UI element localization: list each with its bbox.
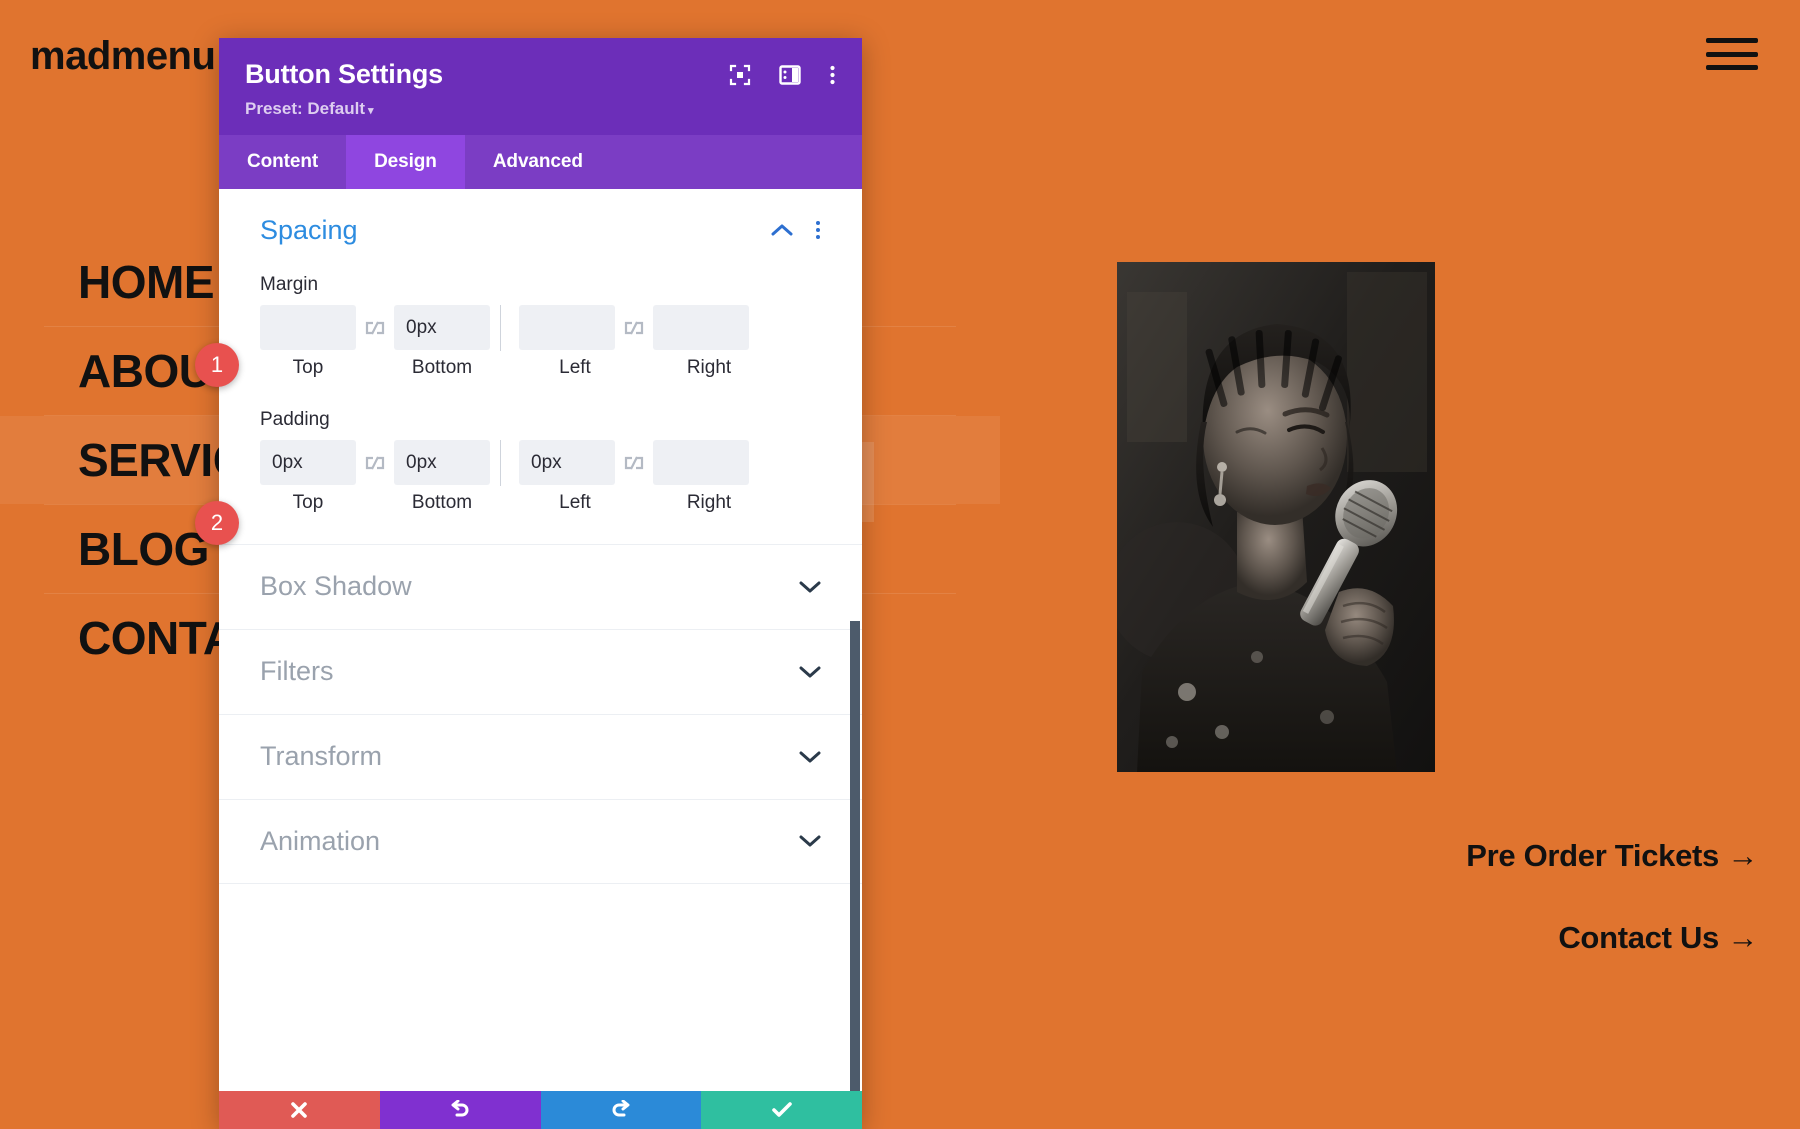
section-filters[interactable]: Filters [219, 628, 862, 714]
button-settings-modal: Button Settings Preset: Default▾ Conten [219, 38, 862, 1129]
modal-scrollbar[interactable] [850, 620, 860, 1091]
more-options-icon[interactable] [829, 64, 836, 86]
box-shadow-title: Box Shadow [260, 571, 412, 602]
annotation-badge-1: 1 [195, 343, 239, 387]
margin-right-input[interactable] [653, 305, 749, 351]
spacing-header-icons [771, 220, 821, 240]
chevron-down-icon: ▾ [367, 104, 374, 117]
tab-design[interactable]: Design [346, 134, 465, 189]
filters-title: Filters [260, 656, 334, 687]
hamburger-menu-icon[interactable] [1706, 38, 1758, 70]
chevron-up-icon[interactable] [771, 223, 793, 237]
photo-graphic [1117, 262, 1435, 772]
annotation-badge-2: 2 [195, 501, 239, 545]
contact-us-link[interactable]: Contact Us → [1558, 920, 1758, 956]
padding-right-input[interactable] [653, 440, 749, 486]
padding-label: Padding [260, 408, 330, 430]
modal-body: Spacing Margin 0px Top Bottom Left Right… [219, 188, 862, 1091]
more-options-icon[interactable] [815, 220, 821, 240]
singer-photo [1117, 262, 1435, 772]
chevron-down-icon[interactable] [799, 665, 821, 679]
spacing-divider [500, 439, 501, 486]
site-logo[interactable]: madmenu [30, 36, 216, 76]
spacing-section: Spacing Margin 0px Top Bottom Left Right… [219, 189, 862, 514]
tab-content[interactable]: Content [219, 135, 346, 189]
chevron-down-icon[interactable] [799, 834, 821, 848]
spacing-divider [500, 304, 501, 351]
margin-left-input[interactable] [519, 305, 615, 351]
padding-field-labels: Top Bottom Left Right [260, 492, 821, 514]
margin-label: Margin [260, 273, 319, 295]
margin-top-label: Top [292, 356, 324, 378]
transform-title: Transform [260, 741, 383, 772]
margin-field-labels: Top Bottom Left Right [260, 357, 821, 379]
close-x-icon [291, 1102, 308, 1118]
broken-link-icon[interactable] [356, 456, 394, 470]
padding-top-input[interactable] [260, 440, 356, 486]
panel-layout-icon[interactable] [779, 64, 801, 86]
margin-input-row [260, 304, 821, 351]
cancel-button[interactable] [219, 1091, 380, 1129]
hamburger-bar [1706, 51, 1758, 57]
modal-tabs: Content Design Advanced [219, 134, 862, 189]
padding-input-row [260, 439, 821, 486]
tab-advanced[interactable]: Advanced [465, 135, 611, 189]
undo-button[interactable] [379, 1091, 541, 1129]
checkmark-icon [771, 1102, 792, 1117]
broken-link-icon[interactable] [356, 321, 394, 335]
animation-title: Animation [260, 825, 381, 856]
redo-button[interactable] [540, 1091, 702, 1129]
undo-arrow-icon [451, 1100, 469, 1117]
padding-left-input[interactable] [519, 440, 615, 486]
margin-right-label: Right [686, 356, 732, 378]
margin-bottom-input[interactable] [394, 305, 490, 351]
pre-order-tickets-link[interactable]: Pre Order Tickets → [1466, 838, 1758, 874]
chevron-down-icon[interactable] [799, 750, 821, 764]
section-transform[interactable]: Transform [219, 713, 862, 799]
modal-header: Button Settings Preset: Default ▾ [219, 38, 862, 135]
preset-label: Preset: Default [245, 98, 365, 118]
broken-link-icon[interactable] [615, 321, 653, 335]
hamburger-bar [1706, 38, 1758, 43]
focus-target-icon[interactable] [729, 64, 751, 86]
padding-bottom-label: Bottom [411, 491, 473, 513]
spacing-section-header[interactable]: Spacing [260, 215, 821, 246]
broken-link-icon[interactable] [615, 456, 653, 470]
spacing-title: Spacing [260, 214, 358, 245]
margin-left-label: Left [559, 356, 591, 378]
hamburger-bar [1706, 65, 1758, 70]
modal-footer [219, 1091, 862, 1129]
chevron-down-icon[interactable] [799, 580, 821, 594]
save-button[interactable] [701, 1091, 862, 1129]
redo-arrow-icon [612, 1100, 630, 1117]
padding-bottom-input[interactable] [394, 440, 490, 486]
padding-top-label: Top [292, 491, 324, 513]
margin-top-input[interactable] [260, 305, 356, 351]
section-animation[interactable]: Animation [219, 798, 862, 884]
modal-header-icons [729, 64, 836, 86]
margin-bottom-label: Bottom [411, 356, 473, 378]
padding-left-label: Left [559, 491, 591, 513]
collapsed-sections: Box Shadow Filters Transform Animation [219, 543, 862, 884]
section-box-shadow[interactable]: Box Shadow [219, 543, 862, 629]
padding-right-label: Right [686, 491, 732, 513]
preset-selector[interactable]: Preset: Default ▾ [245, 99, 836, 119]
